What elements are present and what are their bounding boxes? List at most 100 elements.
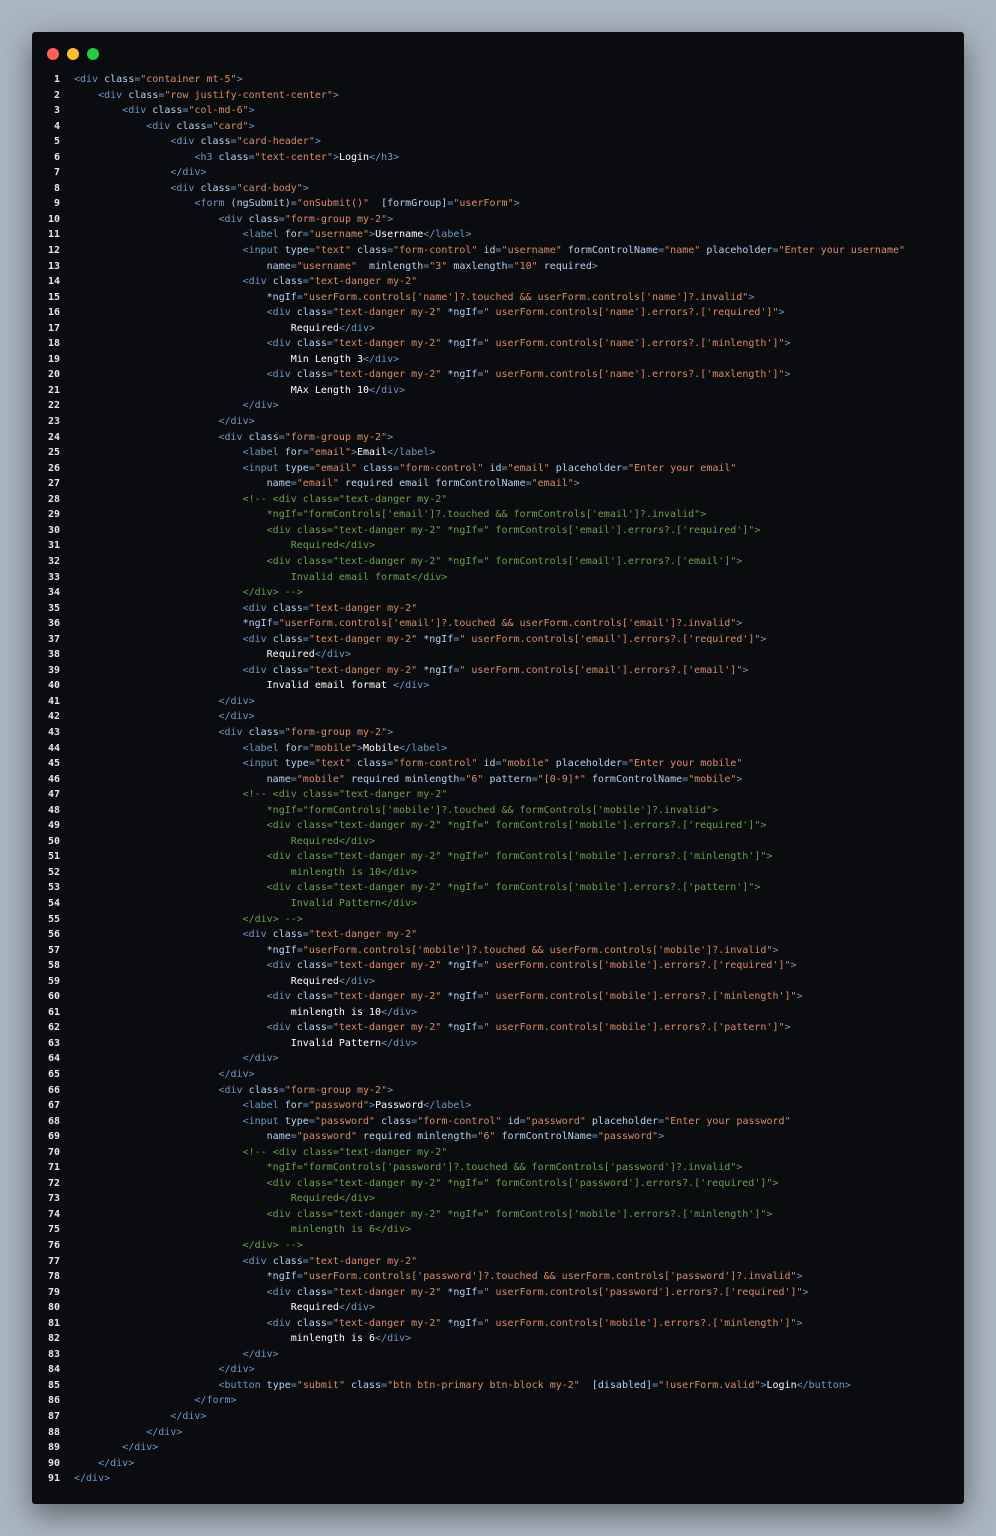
code-line: 81 <div class="text-danger my-2" *ngIf="… [32,1316,964,1332]
code-line: 37 <div class="text-danger my-2" *ngIf="… [32,632,964,648]
code-token: " userForm.controls['name'].errors?.['ma… [483,369,785,381]
code-text: <button type="submit" class="btn btn-pri… [74,1378,851,1394]
code-token: > [573,478,580,490]
code-token: "text-danger my-2" [308,602,418,614]
code-text: <div class="text-danger my-2" *ngIf=" fo… [74,880,761,896]
code-text: minlength is 10</div> [74,865,417,881]
code-token: "mobile" [296,773,345,785]
code-token: for [284,742,303,754]
close-button[interactable] [47,48,59,60]
code-token: "password" [296,1131,357,1143]
code-text: <!-- <div class="text-danger my-2" [74,787,448,803]
code-text: <div class="text-danger my-2" *ngIf=" fo… [74,818,767,834]
code-token: "6" [465,773,484,785]
code-token: minlength [369,260,424,272]
zoom-button[interactable] [87,48,99,60]
code-text: *ngIf="formControls['email']?.touched &&… [74,507,707,523]
minimize-button[interactable] [67,48,79,60]
code-token: > [387,431,394,443]
code-line: 35 <div class="text-danger my-2" [32,601,964,617]
code-line: 60 <div class="text-danger my-2" *ngIf="… [32,989,964,1005]
line-number: 82 [47,1333,60,1345]
code-line: 73 Required</div> [32,1191,964,1207]
code-token: <div [74,74,105,85]
code-token: required email formControlName [344,478,526,490]
line-number: 17 [47,322,60,334]
code-text: <label for="username">Username</label> [74,227,472,243]
code-text: <div class="form-group my-2"> [74,212,394,228]
code-token: <div [218,726,249,738]
code-text: MAx Length 10</div> [74,383,405,399]
line-number: 53 [47,882,60,894]
code-token: > [591,260,598,272]
code-token: "10" [513,260,538,272]
code-editor[interactable]: 1 <div class="container mt-5"> 2 <div clas… [32,72,964,1487]
code-token: name [266,260,291,272]
code-token: minlength is 6</div> [290,1224,412,1236]
code-token: </label> [387,447,436,459]
code-token: </div> --> [242,587,303,599]
code-text: </div> [74,1440,158,1456]
code-token: <div [242,929,273,941]
code-token: class [272,633,303,645]
code-token: *ngIf [447,1286,478,1298]
line-number: 34 [47,587,60,599]
code-token: </div> [369,384,406,396]
line-number: 20 [47,369,60,381]
code-text: </div> [74,1051,279,1067]
line-number: 57 [47,944,60,956]
code-token: "username" [501,245,562,257]
line-number: 28 [47,493,60,505]
code-line: 51 <div class="text-danger my-2" *ngIf="… [32,849,964,865]
line-number: 37 [47,633,60,645]
line-number: 1 [53,74,60,85]
code-line: 80 Required</div> [32,1300,964,1316]
code-token: "password" [597,1131,659,1143]
code-text: <form (ngSubmit)="onSubmit()" [formGroup… [74,196,519,212]
code-line: 90 </div> [32,1456,964,1472]
code-token: Required</div> [290,540,376,552]
code-token: "text-danger my-2" [308,1255,418,1267]
code-token: "text-danger my-2" [332,991,442,1003]
code-token: "text-danger my-2" [332,338,442,350]
line-number: 11 [47,229,60,241]
code-text: minlength is 10</div> [74,1005,417,1021]
line-number: 16 [47,307,60,319]
code-text: </div> --> [74,585,303,601]
code-line: 46 name="mobile" required minlength="6" … [32,772,964,788]
code-text: Required</div> [74,1191,375,1207]
code-token: *ngIf="formControls['password']?.touched… [266,1162,743,1174]
code-token: "!userForm.valid" [658,1379,761,1391]
code-token: </div> [146,1426,183,1438]
code-text: </div> [74,694,255,710]
code-token: "card" [212,120,249,132]
code-line: 42 </div> [32,709,964,725]
line-number: 87 [47,1411,60,1423]
line-number: 19 [47,353,60,365]
code-token: > [802,1286,809,1298]
code-line: 12 <input type="text" class="form-contro… [32,243,964,259]
code-line: 54 Invalid Pattern</div> [32,896,964,912]
code-token: "password" [525,1115,586,1127]
code-token: > [736,773,743,785]
code-line: 5 <div class="card-header"> [32,134,964,150]
code-token: MAx Length 10 [290,384,370,396]
code-token: > [748,291,755,303]
line-number: 42 [47,711,60,723]
line-number: 23 [47,416,60,428]
code-token: name [266,773,291,785]
code-token: </div> [218,695,255,707]
code-token: "mobile" [501,758,550,770]
code-token: *ngIf [447,1317,478,1329]
line-number: 4 [53,120,60,132]
code-text: name="mobile" required minlength="6" pat… [74,772,743,788]
code-token: *ngIf [266,1271,297,1283]
code-token: for [284,1100,303,1112]
code-text: <div class="form-group my-2"> [74,430,394,446]
line-number: 69 [47,1131,60,1143]
code-token: id [489,462,502,474]
code-line: 61 minlength is 10</div> [32,1005,964,1021]
code-token: <!-- <div class="text-danger my-2" [242,789,448,801]
code-token: Required</div> [290,1193,376,1205]
code-line: 15 *ngIf="userForm.controls['name']?.tou… [32,290,964,306]
